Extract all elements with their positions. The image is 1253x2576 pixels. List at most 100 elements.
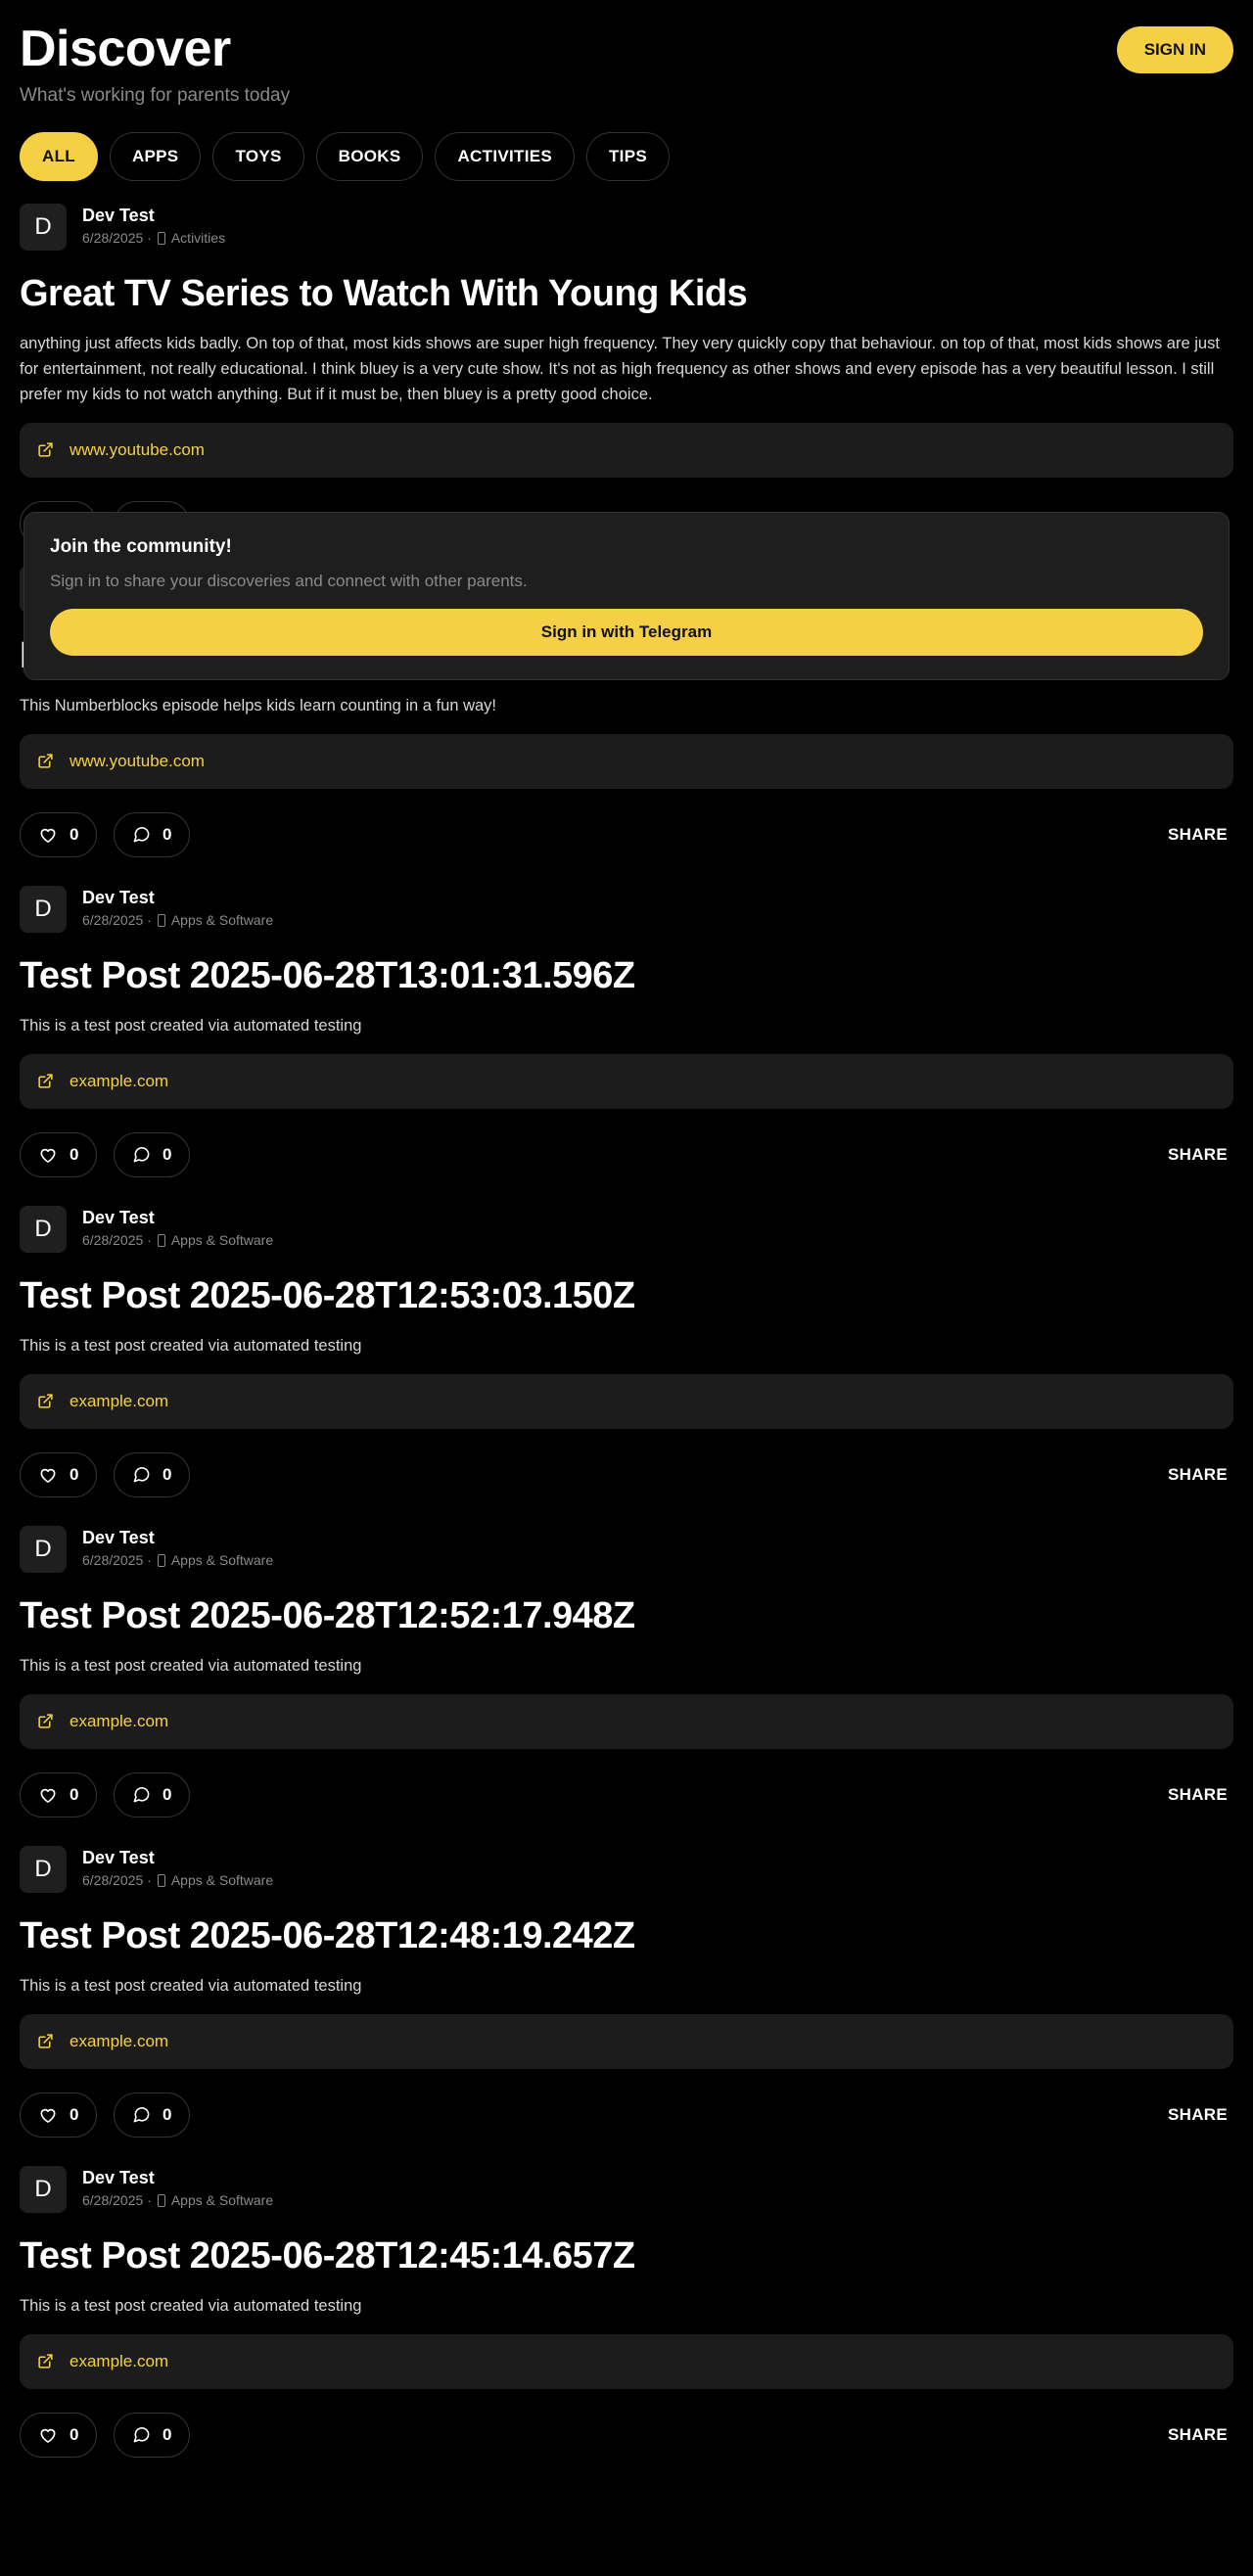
post-date: 6/28/2025 · bbox=[82, 230, 152, 246]
post-meta: 6/28/2025 · Apps & Software bbox=[82, 1552, 273, 1568]
post-link-text: example.com bbox=[70, 2351, 169, 2370]
avatar[interactable]: D bbox=[20, 204, 67, 251]
filter-chip-books[interactable]: BOOKS bbox=[315, 132, 424, 181]
avatar[interactable]: D bbox=[20, 1526, 67, 1573]
external-link-icon bbox=[37, 1393, 54, 1409]
like-button[interactable]: 0 bbox=[20, 1771, 98, 1817]
share-button[interactable]: SHARE bbox=[1162, 1784, 1233, 1806]
comment-count: 0 bbox=[162, 824, 172, 844]
post-link-text: example.com bbox=[70, 2031, 169, 2050]
post-author-row: D Dev Test 6/28/2025 · Activities bbox=[20, 204, 1233, 253]
post-title[interactable]: Test Post 2025-06-28T12:52:17.948Z bbox=[20, 1594, 1233, 1639]
post-card: D Dev Test 6/28/2025 · Apps & Software T… bbox=[20, 1526, 1233, 1817]
share-button[interactable]: SHARE bbox=[1162, 2424, 1233, 2446]
share-button[interactable]: SHARE bbox=[1162, 824, 1233, 846]
avatar[interactable]: D bbox=[20, 2166, 67, 2213]
comment-icon bbox=[132, 825, 151, 844]
post-link[interactable]: example.com bbox=[20, 1373, 1233, 1429]
comment-button[interactable]: 0 bbox=[114, 1131, 191, 1177]
comment-button[interactable]: 0 bbox=[114, 2092, 191, 2138]
post-link[interactable]: example.com bbox=[20, 1053, 1233, 1109]
post-body: This is a test post created via automate… bbox=[20, 1336, 362, 1355]
comment-button[interactable]: 0 bbox=[114, 1771, 191, 1817]
heart-icon bbox=[38, 2105, 58, 2125]
post-title[interactable]: Great TV Series to Watch With Young Kids bbox=[20, 272, 1233, 317]
heart-icon bbox=[38, 1465, 58, 1485]
post-author-row: D Dev Test 6/28/2025 · Apps & Software bbox=[20, 2166, 1233, 2215]
author-name[interactable]: Dev Test bbox=[82, 1208, 155, 1228]
post-body: This is a test post created via automate… bbox=[20, 1656, 362, 1675]
post-link[interactable]: www.youtube.com bbox=[20, 733, 1233, 789]
comment-button[interactable]: 0 bbox=[114, 1451, 191, 1497]
share-button[interactable]: SHARE bbox=[1162, 1144, 1233, 1166]
filter-chip-apps[interactable]: APPS bbox=[109, 132, 202, 181]
page-header: Discover What's working for parents toda… bbox=[20, 0, 1233, 117]
author-name[interactable]: Dev Test bbox=[82, 1528, 155, 1548]
sign-in-button[interactable]: SIGN IN bbox=[1116, 26, 1233, 73]
phone-icon bbox=[157, 1553, 165, 1567]
post-body: This is a test post created via automate… bbox=[20, 1976, 362, 1995]
post-link-text: example.com bbox=[70, 1711, 169, 1730]
filter-chip-all[interactable]: ALL bbox=[20, 132, 98, 181]
share-button[interactable]: SHARE bbox=[1162, 2104, 1233, 2126]
post-date: 6/28/2025 · bbox=[82, 912, 152, 928]
comment-icon bbox=[132, 2425, 151, 2444]
post-title[interactable]: Test Post 2025-06-28T12:45:14.657Z bbox=[20, 2234, 1233, 2279]
filter-chip-tips[interactable]: TIPS bbox=[586, 132, 670, 181]
heart-icon bbox=[38, 1145, 58, 1165]
comment-count: 0 bbox=[162, 1784, 172, 1804]
author-name[interactable]: Dev Test bbox=[82, 1848, 155, 1868]
filter-chip-activities[interactable]: ACTIVITIES bbox=[435, 132, 575, 181]
post-link[interactable]: example.com bbox=[20, 1693, 1233, 1749]
post-body: This is a test post created via automate… bbox=[20, 1016, 362, 1035]
post-meta: 6/28/2025 · Activities bbox=[82, 230, 225, 246]
post-title[interactable]: Test Post 2025-06-28T12:53:03.150Z bbox=[20, 1274, 1233, 1319]
comment-count: 0 bbox=[162, 2104, 172, 2124]
post-date: 6/28/2025 · bbox=[82, 2192, 152, 2208]
comment-icon bbox=[132, 2105, 151, 2124]
post-link[interactable]: www.youtube.com bbox=[20, 422, 1233, 478]
post-link[interactable]: example.com bbox=[20, 2333, 1233, 2389]
comment-icon bbox=[132, 1145, 151, 1164]
page-title: Discover bbox=[20, 21, 231, 77]
like-button[interactable]: 0 bbox=[20, 2092, 98, 2138]
post-card: D Dev Test 6/28/2025 · Apps & Software T… bbox=[20, 2166, 1233, 2458]
comment-button[interactable]: 0 bbox=[114, 2412, 191, 2458]
post-actions: 0 0 SHARE bbox=[20, 1451, 1233, 1497]
like-button[interactable]: 0 bbox=[20, 1451, 98, 1497]
like-count: 0 bbox=[70, 1144, 79, 1164]
post-meta: 6/28/2025 · Apps & Software bbox=[82, 1232, 273, 1248]
share-button[interactable]: SHARE bbox=[1162, 1464, 1233, 1486]
author-name[interactable]: Dev Test bbox=[82, 2168, 155, 2188]
post-link-text: example.com bbox=[70, 1071, 169, 1090]
post-actions: 0 0 SHARE bbox=[20, 1131, 1233, 1177]
telegram-signin-button[interactable]: Sign in with Telegram bbox=[50, 609, 1203, 656]
post-category: Apps & Software bbox=[170, 1552, 274, 1568]
avatar-initial: D bbox=[34, 896, 52, 922]
author-name[interactable]: Dev Test bbox=[82, 206, 155, 226]
post-author-row: D Dev Test 6/28/2025 · Apps & Software bbox=[20, 1846, 1233, 1895]
post-category: Activities bbox=[170, 230, 226, 246]
post-link[interactable]: example.com bbox=[20, 2013, 1233, 2069]
like-button[interactable]: 0 bbox=[20, 2412, 98, 2458]
like-button[interactable]: 0 bbox=[20, 1131, 98, 1177]
post-actions: 0 0 SHARE bbox=[20, 2412, 1233, 2458]
community-text: Sign in to share your discoveries and co… bbox=[50, 572, 528, 590]
avatar[interactable]: D bbox=[20, 886, 67, 933]
post-date: 6/28/2025 · bbox=[82, 1872, 152, 1888]
comment-button[interactable]: 0 bbox=[114, 811, 191, 857]
like-button[interactable]: 0 bbox=[20, 811, 98, 857]
post-meta: 6/28/2025 · Apps & Software bbox=[82, 912, 273, 928]
phone-icon bbox=[157, 1873, 165, 1887]
post-date: 6/28/2025 · bbox=[82, 1232, 152, 1248]
filter-chip-toys[interactable]: TOYS bbox=[212, 132, 304, 181]
post-title[interactable]: Test Post 2025-06-28T13:01:31.596Z bbox=[20, 954, 1233, 999]
post-title[interactable]: Test Post 2025-06-28T12:48:19.242Z bbox=[20, 1914, 1233, 1959]
avatar-initial: D bbox=[34, 213, 52, 240]
phone-icon bbox=[157, 231, 165, 245]
avatar[interactable]: D bbox=[20, 1846, 67, 1893]
post-author-row: D Dev Test 6/28/2025 · Apps & Software bbox=[20, 1206, 1233, 1255]
post-actions: 0 0 SHARE bbox=[20, 2092, 1233, 2138]
author-name[interactable]: Dev Test bbox=[82, 888, 155, 908]
avatar[interactable]: D bbox=[20, 1206, 67, 1253]
